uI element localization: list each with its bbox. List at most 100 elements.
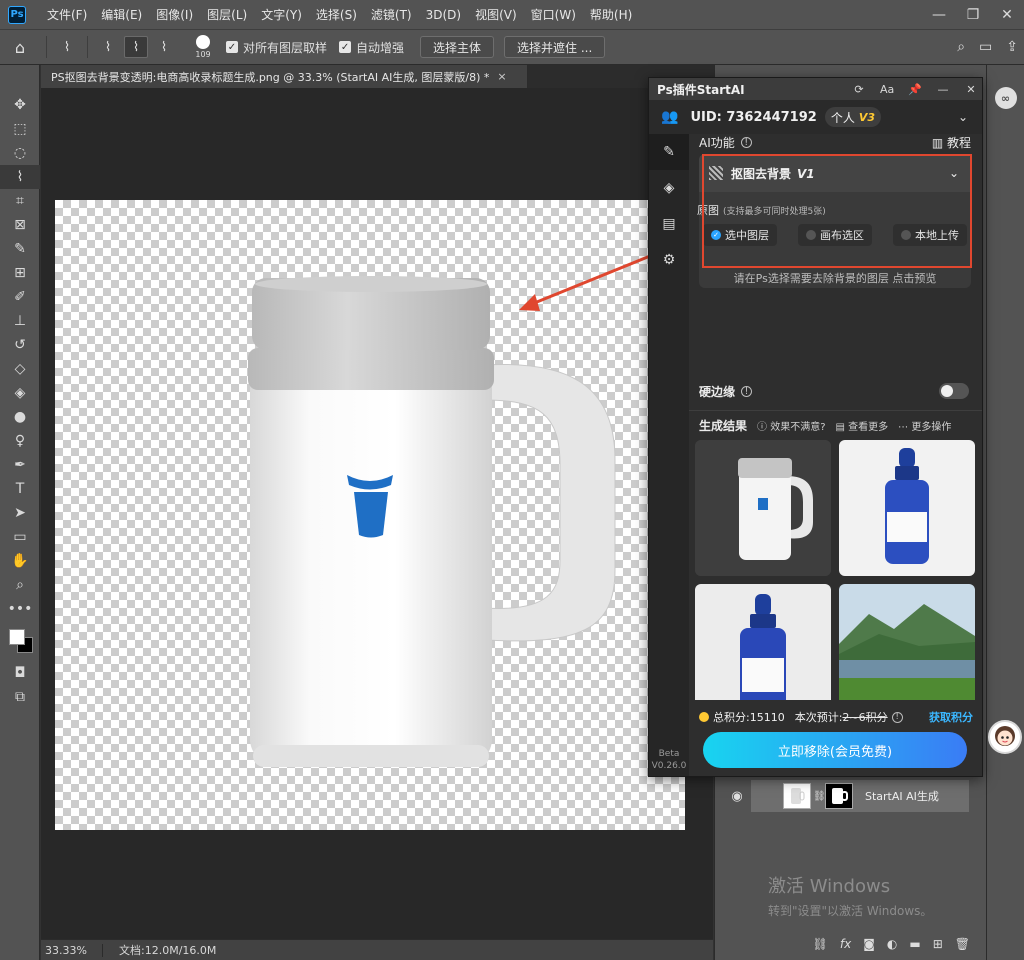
close-plugin-icon[interactable]: ✕ <box>964 83 978 96</box>
menu-file[interactable]: 文件(F) <box>40 6 94 23</box>
visibility-eye-icon[interactable]: ◉ <box>727 789 747 804</box>
workspace-icon[interactable]: ▭ <box>979 39 992 55</box>
frame-tool-icon[interactable]: ⊠ <box>0 213 40 237</box>
minimize-plugin-icon[interactable]: — <box>936 83 950 96</box>
delete-layer-icon[interactable]: 🗑 <box>955 937 970 951</box>
info-icon[interactable]: ! <box>740 136 752 148</box>
fx-icon[interactable]: fx <box>840 937 851 951</box>
close-window-button[interactable]: ✕ <box>990 7 1024 23</box>
remove-now-button[interactable]: 立即移除(会员免费) <box>703 732 967 768</box>
marquee-tool-icon[interactable]: ⬚ <box>0 117 40 141</box>
transparent-canvas[interactable] <box>55 200 685 830</box>
source-option-selected-layer[interactable]: ✓ 选中图层 <box>703 224 777 246</box>
share-icon[interactable]: ⇪ <box>1006 39 1018 55</box>
hard-edge-toggle[interactable] <box>939 383 969 399</box>
chevron-down-icon[interactable]: ⌄ <box>958 110 968 124</box>
menu-image[interactable]: 图像(I) <box>149 6 200 23</box>
menu-window[interactable]: 窗口(W) <box>524 6 583 23</box>
zoom-level[interactable]: 33.33% <box>41 943 103 957</box>
maximize-button[interactable]: ❐ <box>956 7 990 23</box>
layers-stack-icon[interactable]: ◈ <box>649 170 689 206</box>
layer-mask-thumbnail[interactable] <box>825 783 853 809</box>
account-badge[interactable]: 个人 V3 <box>824 107 881 127</box>
menu-3d[interactable]: 3D(D) <box>419 8 468 22</box>
adjustment-layer-icon[interactable]: ◐ <box>887 937 897 951</box>
blur-tool-icon[interactable]: ● <box>0 405 40 429</box>
document-tab[interactable]: PS抠图去背景变透明:电商高收录标题生成.png @ 33.3% (StartA… <box>41 65 528 88</box>
brush-size-picker[interactable]: 109 <box>188 35 218 59</box>
auto-enhance-checkbox[interactable]: ✓ 自动增强 <box>339 39 404 56</box>
mask-link-icon[interactable]: ⛓ <box>813 791 826 802</box>
source-option-canvas-selection[interactable]: 画布选区 <box>798 224 872 246</box>
hand-tool-icon[interactable]: ✋ <box>0 549 40 573</box>
menu-view[interactable]: 视图(V) <box>468 6 524 23</box>
select-subject-button[interactable]: 选择主体 <box>420 36 495 58</box>
menu-filter[interactable]: 滤镜(T) <box>364 6 419 23</box>
home-icon[interactable]: ⌂ <box>0 38 40 57</box>
close-document-icon[interactable]: × <box>497 70 506 83</box>
menu-select[interactable]: 选择(S) <box>309 6 364 23</box>
minimize-button[interactable]: — <box>922 7 956 23</box>
status-bar: 33.33% 文档:12.0M/16.0M <box>41 939 713 960</box>
move-tool-icon[interactable]: ✥ <box>0 93 40 117</box>
screen-mode-icon[interactable]: ⧉ <box>0 685 40 709</box>
path-selection-tool-icon[interactable]: ➤ <box>0 501 40 525</box>
more-tools-icon[interactable]: ••• <box>0 597 40 621</box>
color-swatches[interactable] <box>0 621 40 661</box>
canvas-area[interactable] <box>41 88 713 939</box>
new-group-icon[interactable]: ▬ <box>909 937 920 951</box>
sample-all-layers-checkbox[interactable]: ✓ 对所有图层取样 <box>226 39 327 56</box>
refresh-icon[interactable]: ⟳ <box>852 83 866 96</box>
edit-pen-icon[interactable]: ✎ <box>649 134 689 170</box>
healing-brush-tool-icon[interactable]: ⊞ <box>0 261 40 285</box>
dodge-tool-icon[interactable]: ♀ <box>0 429 40 453</box>
feature-dropdown[interactable]: 抠图去背景 V1 ⌄ <box>699 154 971 192</box>
quick-selection-tool-icon[interactable]: ⌇ <box>0 165 40 189</box>
pen-tool-icon[interactable]: ✒ <box>0 453 40 477</box>
divider <box>87 36 88 58</box>
view-more-link[interactable]: ▤ 查看更多 <box>836 418 889 433</box>
add-to-selection-icon[interactable]: ⌇ <box>124 36 148 58</box>
settings-gear-icon[interactable]: ⚙ <box>649 242 689 278</box>
info-icon[interactable]: ! <box>891 711 903 723</box>
rectangle-tool-icon[interactable]: ▭ <box>0 525 40 549</box>
eraser-tool-icon[interactable]: ◇ <box>0 357 40 381</box>
result-thumbnail-mug[interactable] <box>695 440 831 576</box>
menu-help[interactable]: 帮助(H) <box>583 6 639 23</box>
link-layers-icon[interactable]: ⛓ <box>813 937 828 951</box>
font-size-icon[interactable]: Aa <box>880 83 894 96</box>
menu-edit[interactable]: 编辑(E) <box>94 6 149 23</box>
quick-selection-preset-icon[interactable]: ⌇ <box>55 36 79 58</box>
more-actions-link[interactable]: ⋯ 更多操作 <box>898 418 951 433</box>
eyedropper-tool-icon[interactable]: ✎ <box>0 237 40 261</box>
quick-mask-icon[interactable]: ◘ <box>0 661 40 685</box>
type-tool-icon[interactable]: T <box>0 477 40 501</box>
get-credits-link[interactable]: 获取积分 <box>929 709 973 725</box>
foreground-color-swatch[interactable] <box>9 629 25 645</box>
paint-bucket-tool-icon[interactable]: ◈ <box>0 381 40 405</box>
brush-tool-icon[interactable]: ✐ <box>0 285 40 309</box>
clone-stamp-tool-icon[interactable]: ⊥ <box>0 309 40 333</box>
layer-row[interactable]: ◉ ⛓ StartAI AI生成 <box>731 780 969 812</box>
crop-tool-icon[interactable]: ⌗ <box>0 189 40 213</box>
lasso-tool-icon[interactable]: ◌ <box>0 141 40 165</box>
menu-layer[interactable]: 图层(L) <box>200 6 254 23</box>
add-mask-icon[interactable]: ◙ <box>863 937 875 951</box>
unsatisfied-link[interactable]: ⓘ 效果不满意? <box>757 418 826 433</box>
assistant-avatar[interactable] <box>988 720 1022 754</box>
subtract-from-selection-icon[interactable]: ⌇ <box>152 36 176 58</box>
select-and-mask-button[interactable]: 选择并遮住 ... <box>504 36 606 58</box>
new-selection-icon[interactable]: ⌇ <box>96 36 120 58</box>
result-thumbnail-dropper-bottle[interactable] <box>839 440 975 576</box>
zoom-tool-icon[interactable]: ⌕ <box>0 573 40 597</box>
history-brush-tool-icon[interactable]: ↺ <box>0 333 40 357</box>
new-layer-icon[interactable]: ⊞ <box>933 937 943 951</box>
menu-type[interactable]: 文字(Y) <box>254 6 309 23</box>
tutorial-link[interactable]: ▥ 教程 <box>932 134 971 151</box>
pin-icon[interactable]: 📌 <box>908 83 922 96</box>
document-icon[interactable]: ▤ <box>649 206 689 242</box>
source-option-local-upload[interactable]: 本地上传 <box>893 224 967 246</box>
creative-cloud-icon[interactable]: ∞ <box>994 87 1017 109</box>
info-icon[interactable]: ! <box>741 385 753 397</box>
search-icon[interactable]: ⌕ <box>957 39 965 55</box>
